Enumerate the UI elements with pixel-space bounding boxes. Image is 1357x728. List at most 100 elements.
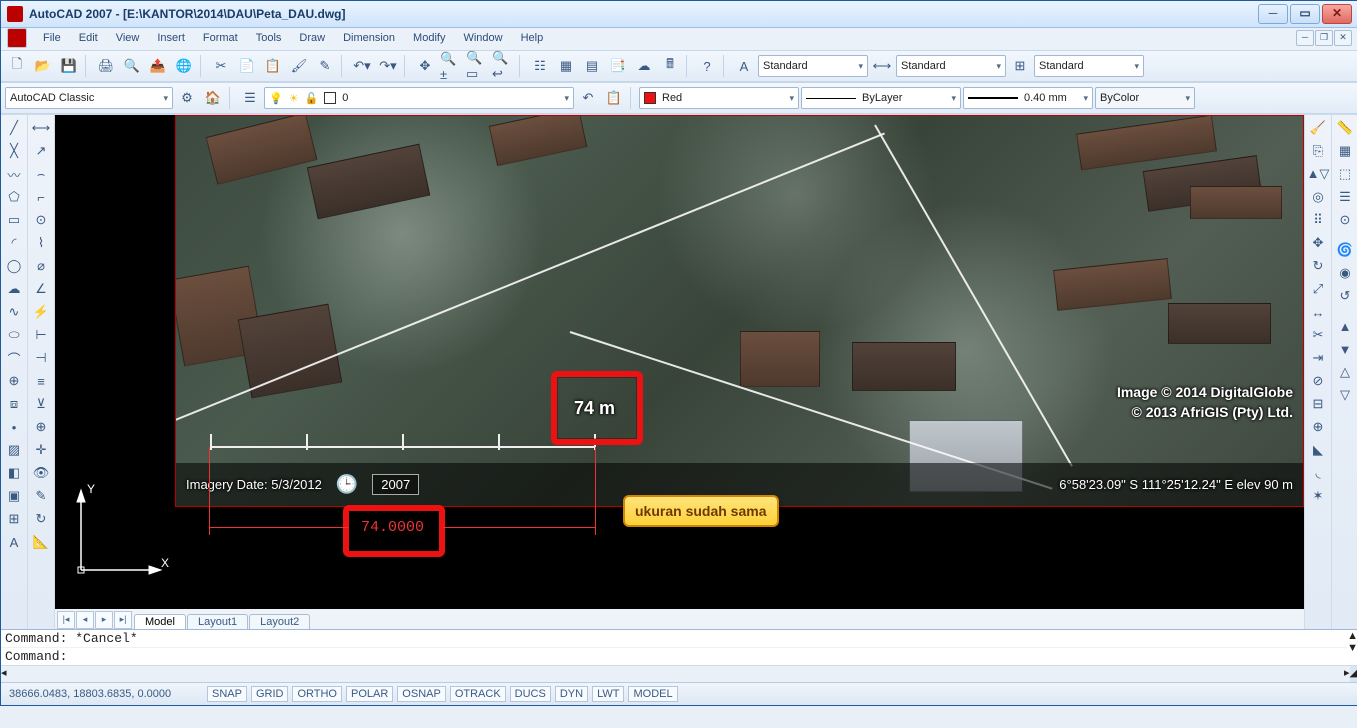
baseline-dim-button[interactable]: ⊢ bbox=[29, 324, 53, 346]
dim-style-dropdown[interactable]: Standard▾ bbox=[896, 55, 1006, 77]
dim-space-button[interactable]: ≡ bbox=[29, 370, 53, 392]
fillet-button[interactable]: ◟ bbox=[1306, 462, 1330, 484]
dimstyle-button[interactable]: 📐 bbox=[29, 531, 53, 553]
paste-button[interactable]: 📋 bbox=[261, 54, 285, 78]
aligned-dim-button[interactable]: ↗ bbox=[29, 140, 53, 162]
block-editor-button[interactable]: ✎ bbox=[313, 54, 337, 78]
markup-button[interactable]: ☁ bbox=[632, 54, 656, 78]
break-at-button[interactable]: ⊘ bbox=[1306, 370, 1330, 392]
dist-button[interactable]: 📏 bbox=[1333, 117, 1357, 139]
status-snap[interactable]: SNAP bbox=[207, 686, 247, 702]
region-mass-button[interactable]: ⬚ bbox=[1333, 163, 1357, 185]
status-osnap[interactable]: OSNAP bbox=[397, 686, 446, 702]
table-style-dropdown[interactable]: Standard▾ bbox=[1034, 55, 1144, 77]
status-ducs[interactable]: DUCS bbox=[510, 686, 551, 702]
send-back-button[interactable]: ▼ bbox=[1333, 338, 1357, 360]
ordinate-dim-button[interactable]: ⌐ bbox=[29, 186, 53, 208]
continue-dim-button[interactable]: ⊣ bbox=[29, 347, 53, 369]
revision-cloud-button[interactable]: ☁ bbox=[2, 278, 26, 300]
menu-modify[interactable]: Modify bbox=[407, 30, 451, 46]
tab-model[interactable]: Model bbox=[134, 614, 186, 629]
doc-minimize-button[interactable]: ─ bbox=[1296, 30, 1314, 46]
ellipse-arc-button[interactable]: ⌒ bbox=[2, 347, 26, 369]
menu-help[interactable]: Help bbox=[515, 30, 550, 46]
break-button[interactable]: ⊟ bbox=[1306, 393, 1330, 415]
tab-nav-next[interactable]: ▸ bbox=[95, 611, 113, 629]
gradient-button[interactable]: ◧ bbox=[2, 462, 26, 484]
text-style-dropdown[interactable]: Standard▾ bbox=[758, 55, 868, 77]
status-otrack[interactable]: OTRACK bbox=[450, 686, 506, 702]
tab-layout2[interactable]: Layout2 bbox=[249, 614, 310, 629]
dim-update-button[interactable]: ↻ bbox=[29, 508, 53, 530]
copy-button[interactable]: 📄 bbox=[235, 54, 259, 78]
mtext-button[interactable]: A bbox=[2, 531, 26, 553]
zoom-realtime-button[interactable]: 🔍± bbox=[439, 54, 463, 78]
redo-button[interactable]: ↷▾ bbox=[376, 54, 400, 78]
cut-button[interactable]: ✂ bbox=[209, 54, 233, 78]
designcenter-button[interactable]: ▦ bbox=[554, 54, 578, 78]
quick-dim-button[interactable]: ⚡ bbox=[29, 301, 53, 323]
linear-dim-button[interactable]: ⟷ bbox=[29, 117, 53, 139]
erase-button[interactable]: 🧹 bbox=[1306, 117, 1330, 139]
circle-button[interactable]: ◯ bbox=[2, 255, 26, 277]
copy-obj-button[interactable]: ⎘ bbox=[1306, 140, 1330, 162]
new-button[interactable]: 🗋 bbox=[5, 54, 29, 78]
point-button[interactable]: • bbox=[2, 416, 26, 438]
toolpalettes-button[interactable]: ▤ bbox=[580, 54, 604, 78]
3d-dwf-button[interactable]: 🌐 bbox=[172, 54, 196, 78]
plot-preview-button[interactable]: 🔍 bbox=[120, 54, 144, 78]
polygon-button[interactable]: ⬠ bbox=[2, 186, 26, 208]
line-button[interactable]: ╱ bbox=[2, 117, 26, 139]
menu-format[interactable]: Format bbox=[197, 30, 244, 46]
save-button[interactable]: 💾 bbox=[57, 54, 81, 78]
window-minimize-button[interactable]: ─ bbox=[1258, 4, 1288, 24]
status-grid[interactable]: GRID bbox=[251, 686, 289, 702]
window-maximize-button[interactable]: ▭ bbox=[1290, 4, 1320, 24]
stretch-button[interactable]: ↔ bbox=[1306, 301, 1330, 323]
rectangle-button[interactable]: ▭ bbox=[2, 209, 26, 231]
workspace-settings-button[interactable]: ⚙ bbox=[175, 86, 199, 110]
free-orbit-button[interactable]: ◉ bbox=[1333, 262, 1357, 284]
match-properties-button[interactable]: 🖌 bbox=[287, 54, 311, 78]
menu-insert[interactable]: Insert bbox=[151, 30, 191, 46]
id-point-button[interactable]: ⊙ bbox=[1333, 209, 1357, 231]
tab-nav-first[interactable]: |◂ bbox=[57, 611, 75, 629]
tab-nav-last[interactable]: ▸| bbox=[114, 611, 132, 629]
my-workspace-button[interactable]: 🏠 bbox=[201, 86, 225, 110]
tolerance-button[interactable]: ⊕ bbox=[29, 416, 53, 438]
explode-button[interactable]: ✶ bbox=[1306, 485, 1330, 507]
zoom-previous-button[interactable]: 🔍↩ bbox=[491, 54, 515, 78]
window-close-button[interactable]: ✕ bbox=[1322, 4, 1352, 24]
color-dropdown[interactable]: Red▾ bbox=[639, 87, 799, 109]
chamfer-button[interactable]: ◣ bbox=[1306, 439, 1330, 461]
trim-button[interactable]: ✂ bbox=[1306, 324, 1330, 346]
menu-edit[interactable]: Edit bbox=[73, 30, 104, 46]
menu-file[interactable]: File bbox=[37, 30, 67, 46]
drawing-area[interactable]: 74 m Imagery Date: 5/3/2012 🕒 2007 6°58'… bbox=[55, 115, 1304, 629]
array-button[interactable]: ⠿ bbox=[1306, 209, 1330, 231]
ellipse-button[interactable]: ⬭ bbox=[2, 324, 26, 346]
layer-states-button[interactable]: 📋 bbox=[602, 86, 626, 110]
cmd-scroll-down[interactable]: ▼ bbox=[1347, 642, 1357, 654]
menu-draw[interactable]: Draw bbox=[293, 30, 331, 46]
radius-dim-button[interactable]: ⊙ bbox=[29, 209, 53, 231]
continuous-orbit-button[interactable]: ↺ bbox=[1333, 285, 1357, 307]
dim-break-button[interactable]: ⊻ bbox=[29, 393, 53, 415]
command-window[interactable]: Command: *Cancel* Command: ▲ ▼ ◂ ▸ ◢ bbox=[1, 629, 1357, 682]
menu-view[interactable]: View bbox=[110, 30, 146, 46]
extend-button[interactable]: ⇥ bbox=[1306, 347, 1330, 369]
command-input[interactable] bbox=[71, 648, 1347, 665]
arc-button[interactable]: ◜ bbox=[2, 232, 26, 254]
doc-restore-button[interactable]: ❐ bbox=[1315, 30, 1333, 46]
cmd-scroll-up[interactable]: ▲ bbox=[1347, 630, 1357, 642]
status-model[interactable]: MODEL bbox=[628, 686, 677, 702]
scale-button[interactable]: ⤢ bbox=[1306, 278, 1330, 300]
status-ortho[interactable]: ORTHO bbox=[292, 686, 342, 702]
publish-button[interactable]: 📤 bbox=[146, 54, 170, 78]
join-button[interactable]: ⊕ bbox=[1306, 416, 1330, 438]
constrained-orbit-button[interactable]: 🌀 bbox=[1333, 239, 1357, 261]
tab-layout1[interactable]: Layout1 bbox=[187, 614, 248, 629]
inspection-button[interactable]: 👁 bbox=[29, 462, 53, 484]
menu-tools[interactable]: Tools bbox=[250, 30, 288, 46]
layer-dropdown[interactable]: 💡 ☀ 🔓 0 ▾ bbox=[264, 87, 574, 109]
